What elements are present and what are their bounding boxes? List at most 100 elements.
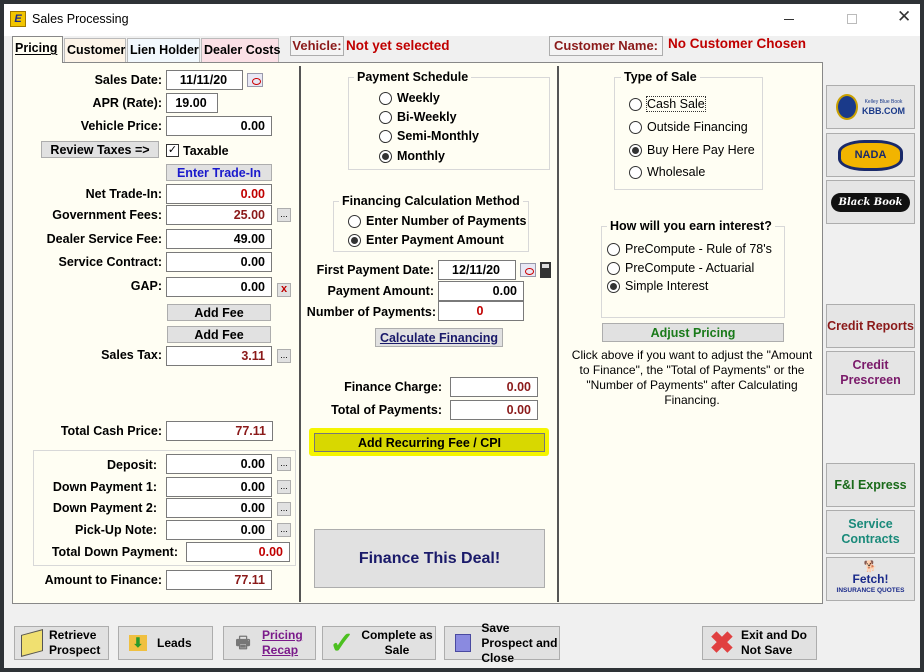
checkmark-icon: ✓ (329, 626, 355, 660)
service-contract-label: Service Contract: (58, 255, 162, 269)
gov-fees-label: Government Fees: (52, 208, 162, 222)
num-payments-label: Number of Payments: (306, 305, 436, 319)
gap-clear-button[interactable]: x (277, 283, 291, 297)
divider (557, 66, 559, 602)
net-trade-in-field[interactable]: 0.00 (166, 184, 272, 204)
total-payments-label: Total of Payments: (331, 403, 442, 417)
kbb-button[interactable]: Kelley Blue Book KBB.COM (826, 85, 915, 129)
taxable-checkbox[interactable]: ✓ (166, 144, 179, 157)
minimize-button[interactable] (784, 19, 794, 20)
dealer-fee-field[interactable]: 49.00 (166, 229, 272, 249)
retrieve-prospect-button[interactable]: Retrieve Prospect (14, 626, 109, 660)
complete-as-sale-button[interactable]: ✓ Complete as Sale (322, 626, 436, 660)
credit-reports-button[interactable]: Credit Reports (826, 304, 915, 348)
leads-button[interactable]: ⬇ Leads (118, 626, 213, 660)
radio-wholesale[interactable]: Wholesale (629, 165, 705, 179)
radio-semi-monthly[interactable]: Semi-Monthly (379, 129, 479, 143)
ez-logo-icon: E (10, 11, 26, 27)
dp1-field[interactable]: 0.00 (166, 477, 272, 497)
retrieve-icon (17, 628, 47, 658)
deposit-field[interactable]: 0.00 (166, 454, 272, 474)
sales-date-label: Sales Date: (94, 73, 162, 87)
calendar-icon[interactable] (520, 263, 536, 277)
service-contracts-button[interactable]: Service Contracts (826, 510, 915, 554)
service-contract-field[interactable]: 0.00 (166, 252, 272, 272)
tab-lien-holder[interactable]: Lien Holder (127, 38, 200, 62)
vehicle-button[interactable]: Vehicle: (290, 36, 344, 56)
apr-field[interactable]: 19.00 (166, 93, 218, 113)
dp2-label: Down Payment 2: (52, 501, 157, 515)
tab-dealer-costs[interactable]: Dealer Costs (201, 38, 280, 62)
total-payments-field: 0.00 (450, 400, 538, 420)
title-bar: E Sales Processing ✕ (4, 4, 920, 36)
gov-fees-field[interactable]: 25.00 (166, 205, 272, 225)
tab-customer[interactable]: Customer (64, 38, 126, 62)
finance-charge-field: 0.00 (450, 377, 538, 397)
fi-express-button[interactable]: F&I Express (826, 463, 915, 507)
radio-enter-number-payments[interactable]: Enter Number of Payments (348, 214, 526, 228)
radio-buy-here-pay-here[interactable]: Buy Here Pay Here (629, 143, 755, 157)
radio-weekly[interactable]: Weekly (379, 91, 440, 105)
gap-label: GAP: (130, 279, 162, 293)
close-button[interactable]: ✕ (897, 7, 911, 27)
customer-value: No Customer Chosen (668, 36, 807, 51)
window-title: Sales Processing (32, 12, 129, 26)
calendar-icon[interactable] (247, 73, 263, 87)
first-payment-field[interactable]: 12/11/20 (438, 260, 516, 280)
radio-simple-interest[interactable]: Simple Interest (607, 279, 708, 293)
radio-rule-of-78[interactable]: PreCompute - Rule of 78's (607, 242, 772, 256)
gov-fees-more-button[interactable]: ... (277, 208, 291, 222)
pickup-note-field[interactable]: 0.00 (166, 520, 272, 540)
vehicle-price-label: Vehicle Price: (80, 119, 162, 133)
customer-name-button[interactable]: Customer Name: (549, 36, 663, 56)
total-down-field: 0.00 (186, 542, 290, 562)
sales-tax-more-button[interactable]: ... (277, 349, 291, 363)
pricing-recap-button[interactable]: 🖶 Pricing Recap (223, 626, 316, 660)
payment-amount-field[interactable]: 0.00 (438, 281, 524, 301)
pickup-note-more-button[interactable]: ... (277, 523, 291, 537)
divider (299, 66, 301, 602)
dp2-more-button[interactable]: ... (277, 502, 291, 516)
num-payments-field[interactable]: 0 (438, 301, 524, 321)
nada-button[interactable]: NADA (826, 133, 915, 177)
nada-logo-icon: NADA (837, 139, 904, 171)
finance-this-deal-button[interactable]: Finance This Deal! (314, 529, 545, 588)
credit-prescreen-button[interactable]: Credit Prescreen (826, 351, 915, 395)
gap-field[interactable]: 0.00 (166, 277, 272, 297)
add-fee-button-2[interactable]: Add Fee (167, 326, 271, 343)
apr-label: APR (Rate): (92, 96, 162, 110)
adjust-help-text: Click above if you want to adjust the "A… (571, 348, 813, 407)
leads-icon: ⬇ (123, 628, 153, 658)
tab-pricing[interactable]: Pricing (12, 36, 63, 63)
sales-date-field[interactable]: 11/11/20 (166, 70, 243, 90)
black-book-button[interactable]: Black Book (826, 180, 915, 224)
pickup-note-label: Pick-Up Note: (75, 523, 157, 537)
printer-icon: 🖶 (235, 634, 251, 652)
total-cash-label: Total Cash Price: (60, 424, 162, 438)
finance-charge-label: Finance Charge: (344, 380, 442, 394)
amount-finance-label: Amount to Finance: (44, 573, 162, 587)
review-taxes-button[interactable]: Review Taxes => (41, 141, 159, 158)
radio-cash-sale[interactable]: Cash Sale (629, 96, 706, 112)
calculate-financing-button[interactable]: Calculate Financing (375, 328, 503, 347)
maximize-button[interactable] (847, 14, 857, 24)
vehicle-price-field[interactable]: 0.00 (166, 116, 272, 136)
radio-monthly[interactable]: Monthly (379, 149, 445, 163)
radio-outside-financing[interactable]: Outside Financing (629, 120, 748, 134)
red-x-icon: ✖ (709, 626, 735, 660)
dp1-more-button[interactable]: ... (277, 480, 291, 494)
adjust-pricing-button[interactable]: Adjust Pricing (602, 323, 784, 342)
dp2-field[interactable]: 0.00 (166, 498, 272, 518)
exit-no-save-button[interactable]: ✖ Exit and Do Not Save (702, 626, 817, 660)
add-recurring-fee-button[interactable]: Add Recurring Fee / CPI (314, 433, 545, 452)
radio-bi-weekly[interactable]: Bi-Weekly (379, 110, 457, 124)
deposit-more-button[interactable]: ... (277, 457, 291, 471)
radio-actuarial[interactable]: PreCompute - Actuarial (607, 261, 754, 275)
save-prospect-button[interactable]: Save Prospect and Close (444, 621, 560, 665)
radio-enter-payment-amount[interactable]: Enter Payment Amount (348, 233, 504, 247)
calculator-icon[interactable] (540, 262, 551, 278)
add-fee-button-1[interactable]: Add Fee (167, 304, 271, 321)
sales-tax-field[interactable]: 3.11 (166, 346, 272, 366)
fetch-button[interactable]: 🐕 Fetch! INSURANCE QUOTES (826, 557, 915, 601)
enter-trade-in-button[interactable]: Enter Trade-In (166, 164, 272, 181)
